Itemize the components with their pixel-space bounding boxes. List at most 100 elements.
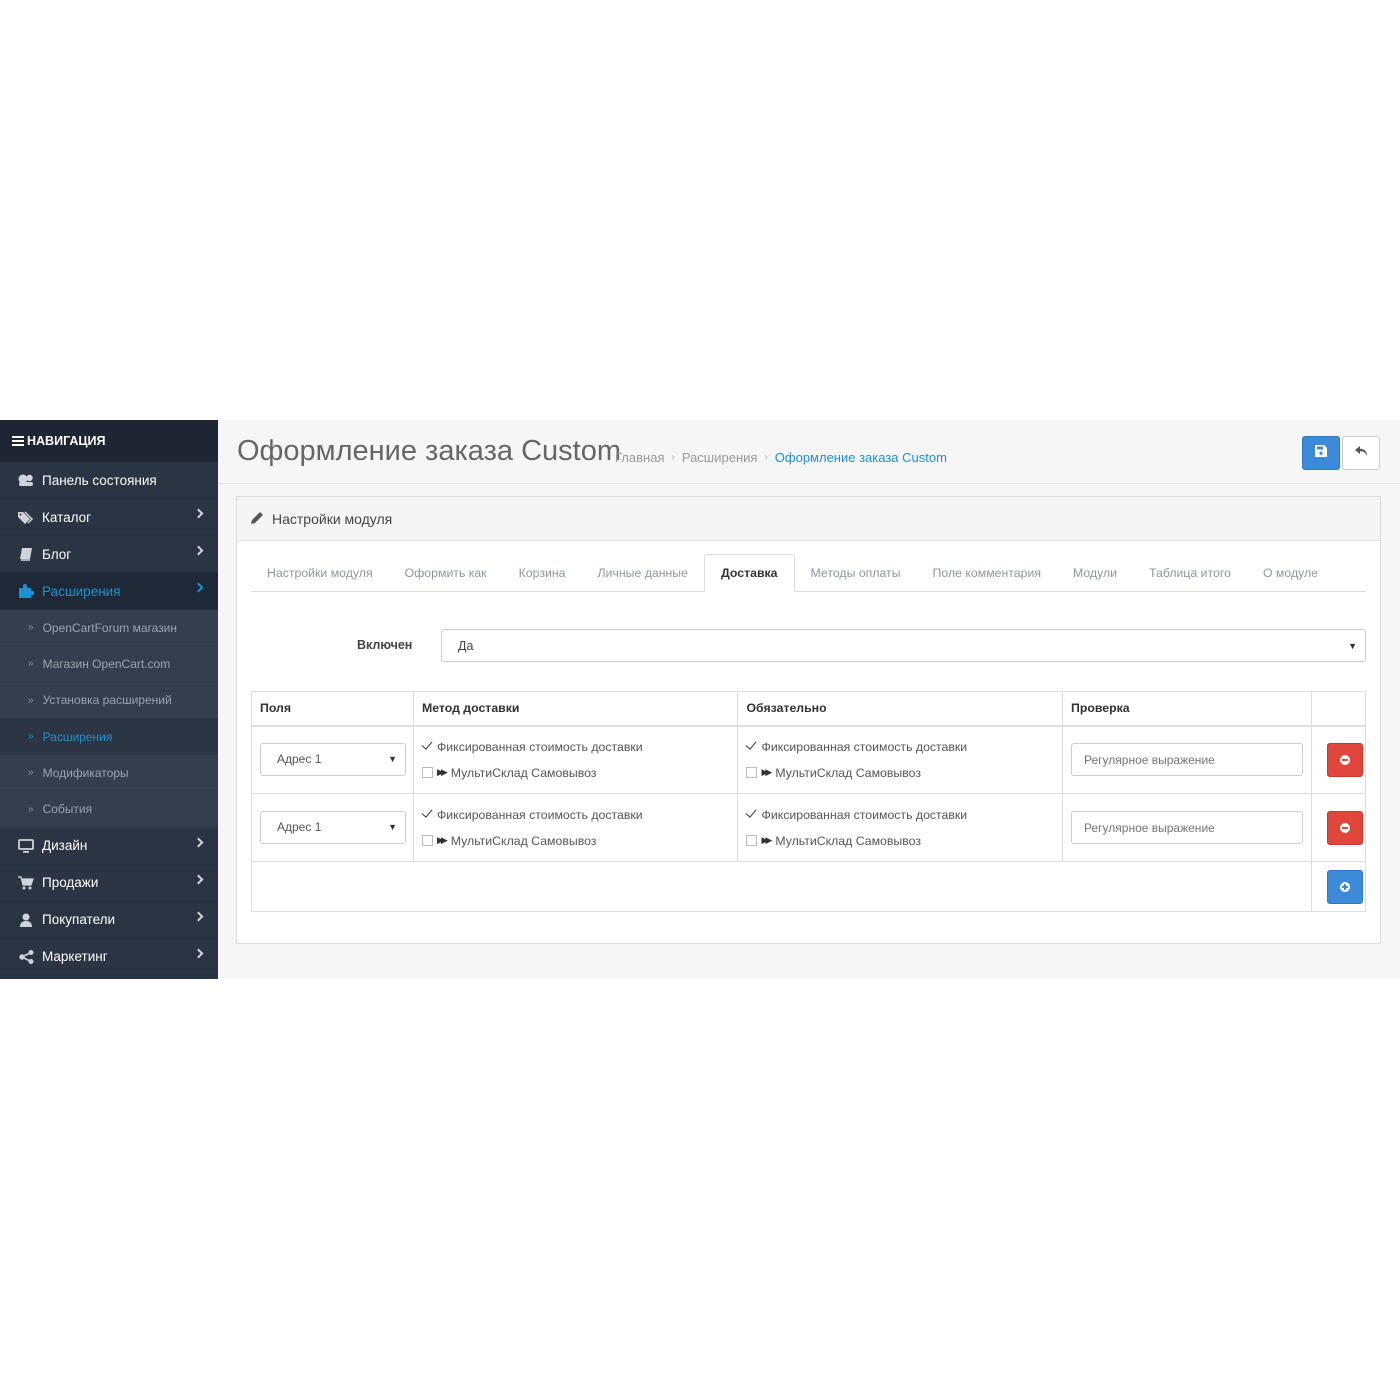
sidebar-item-label: Каталог: [42, 509, 92, 525]
checkbox-checked[interactable]: [746, 741, 758, 753]
tab-cart[interactable]: Корзина: [503, 554, 582, 592]
field-select[interactable]: Адрес 1 ▼: [260, 811, 406, 844]
regex-input[interactable]: [1071, 743, 1304, 777]
user-icon: [17, 913, 35, 927]
sidebar-subitem-modifications[interactable]: » Модификаторы: [0, 755, 218, 792]
tab-about[interactable]: О модуле: [1247, 554, 1334, 592]
remove-row-button[interactable]: [1326, 742, 1363, 777]
tab-module-settings[interactable]: Настройки модуля: [251, 554, 389, 592]
checkbox-unchecked[interactable]: [746, 835, 758, 846]
sidebar-item-sales[interactable]: Продажи: [0, 865, 218, 902]
chevron-right-icon: [193, 508, 204, 519]
sidebar-item-extensions[interactable]: Расширения: [0, 573, 218, 610]
sidebar-item-design[interactable]: Дизайн: [0, 828, 218, 865]
field-select-value: Адрес 1: [277, 820, 322, 834]
tab-totals-table[interactable]: Таблица итого: [1133, 554, 1247, 592]
checkbox-checked[interactable]: [746, 809, 758, 820]
double-chevron-icon: »: [28, 622, 34, 634]
enabled-select[interactable]: Да ▼: [441, 629, 1366, 662]
checkbox-option[interactable]: ▶▶ МультиСклад Самовывоз: [746, 828, 1062, 854]
sidebar-item-label: Маркетинг: [42, 949, 108, 965]
checkbox-label: МультиСклад Самовывоз: [450, 833, 597, 848]
chevron-right-icon: [193, 545, 204, 556]
breadcrumb-separator-icon: ›: [671, 452, 675, 463]
caret-down-icon: ▼: [1348, 641, 1357, 651]
double-chevron-icon: »: [28, 767, 34, 779]
sidebar-subitem-opencart-store[interactable]: » Магазин OpenCart.com: [0, 646, 218, 683]
breadcrumb-current[interactable]: Оформление заказа Custom: [775, 450, 947, 465]
enabled-row: Включен Да ▼: [251, 629, 1366, 663]
fast-forward-icon: ▶▶: [761, 767, 772, 778]
chevron-right-icon: [193, 582, 204, 593]
sidebar-item-marketing[interactable]: Маркетинг: [0, 939, 218, 976]
breadcrumb-home[interactable]: Главная: [615, 450, 664, 465]
double-chevron-icon: »: [28, 731, 34, 743]
breadcrumb-extensions[interactable]: Расширения: [682, 450, 758, 465]
fast-forward-icon: ▶▶: [436, 835, 448, 845]
column-header-actions: [1310, 691, 1367, 727]
sidebar-subitem-label: Магазин OpenCart.com: [42, 656, 171, 671]
sidebar-item-customers[interactable]: Покупатели: [0, 902, 218, 939]
chevron-right-icon: [193, 874, 204, 885]
sidebar-subitem-events[interactable]: » События: [0, 791, 218, 828]
field-select[interactable]: Адрес 1 ▼: [260, 743, 406, 777]
checkbox-checked[interactable]: [421, 741, 433, 753]
column-header-fields: Поля: [251, 691, 414, 727]
field-select-value: Адрес 1: [277, 752, 322, 767]
remove-row-button[interactable]: [1326, 810, 1363, 845]
cart-icon: [17, 876, 35, 890]
shipping-method-cell: Фиксированная стоимость доставки ▶▶ Муль…: [412, 793, 739, 862]
save-icon: [1315, 444, 1327, 462]
back-button[interactable]: [1342, 436, 1380, 470]
minus-circle-icon: [1339, 754, 1350, 765]
tab-payment-methods[interactable]: Методы оплаты: [795, 554, 917, 592]
tab-comment-field[interactable]: Поле комментария: [917, 554, 1057, 592]
chevron-right-icon: [193, 948, 204, 959]
checkbox-option[interactable]: Фиксированная стоимость доставки: [746, 734, 1062, 760]
checkbox-option[interactable]: Фиксированная стоимость доставки: [746, 802, 1062, 828]
sidebar-subitem-extensions[interactable]: » Расширения: [0, 718, 218, 756]
sidebar-item-label: Панель состояния: [42, 472, 157, 488]
required-cell: Фиксированная стоимость доставки ▶▶ Муль…: [737, 725, 1064, 794]
save-button[interactable]: [1302, 436, 1340, 470]
table-row: Адрес 1 ▼ Фиксированная стоимость достав…: [251, 725, 1367, 794]
sidebar-subitem-label: События: [42, 802, 93, 817]
checkbox-option[interactable]: ▶▶ МультиСклад Самовывоз: [421, 828, 738, 854]
nav-header[interactable]: НАВИГАЦИЯ: [0, 420, 218, 462]
checkbox-unchecked[interactable]: [421, 835, 433, 846]
validation-cell: [1062, 725, 1312, 794]
checkbox-checked[interactable]: [421, 809, 433, 820]
shipping-method-cell: Фиксированная стоимость доставки ▶▶ Муль…: [412, 725, 739, 794]
sidebar-item-catalog[interactable]: Каталог: [0, 499, 218, 536]
dashboard-icon: [17, 473, 35, 487]
page-title: Оформление заказа Custom: [237, 435, 622, 467]
checkbox-unchecked[interactable]: [421, 767, 433, 779]
table-header-row: Поля Метод доставки Обязательно Проверка: [251, 691, 1367, 727]
double-chevron-icon: »: [28, 694, 34, 706]
checkbox-option[interactable]: ▶▶ МультиСклад Самовывоз: [421, 760, 738, 786]
tab-modules[interactable]: Модули: [1057, 554, 1133, 592]
share-icon: [17, 949, 35, 964]
checkbox-option[interactable]: Фиксированная стоимость доставки: [421, 802, 738, 828]
sidebar-item-blog[interactable]: Блог: [0, 536, 218, 573]
sidebar-item-dashboard[interactable]: Панель состояния: [0, 462, 218, 499]
checkbox-option[interactable]: ▶▶ МультиСклад Самовывоз: [746, 760, 1062, 786]
validation-cell: [1062, 793, 1312, 862]
plus-circle-icon: [1339, 881, 1350, 892]
sidebar-item-label: Покупатели: [42, 912, 116, 928]
tab-checkout-as[interactable]: Оформить как: [389, 554, 503, 592]
checkbox-option[interactable]: Фиксированная стоимость доставки: [421, 734, 738, 760]
regex-input[interactable]: [1071, 811, 1304, 844]
tab-shipping[interactable]: Доставка: [704, 554, 795, 592]
checkbox-label: Фиксированная стоимость доставки: [436, 807, 643, 822]
add-row-button[interactable]: [1326, 869, 1363, 904]
sidebar-subitem-installer[interactable]: » Установка расширений: [0, 682, 218, 719]
sidebar-subitem-opencartforum-store[interactable]: » OpenCartForum магазин: [0, 610, 218, 647]
reply-icon: [1354, 444, 1368, 462]
tab-personal-data[interactable]: Личные данные: [581, 554, 704, 592]
checkbox-unchecked[interactable]: [746, 767, 758, 779]
column-header-validation: Проверка: [1062, 691, 1312, 727]
monitor-icon: [17, 838, 35, 853]
book-icon: [17, 547, 35, 561]
column-header-shipping-method: Метод доставки: [412, 691, 739, 727]
